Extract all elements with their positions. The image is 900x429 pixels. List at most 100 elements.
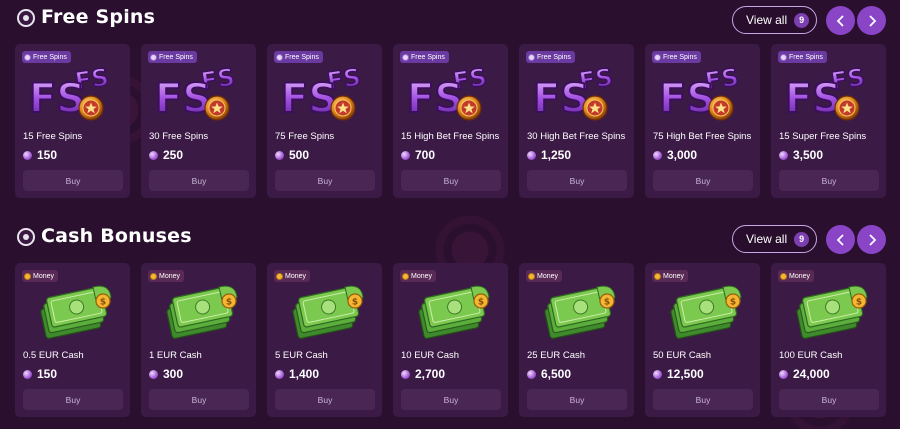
next-button[interactable] [857,6,886,35]
product-name: 1 EUR Cash [149,350,202,361]
gem-icon [275,150,284,160]
product-card[interactable]: Money $10 EUR Cash 2,700 Buy [393,263,508,417]
chevron-left-icon [836,233,844,246]
product-card[interactable]: Free Spins FS FS 15 Free Spins 150 Buy [15,44,130,198]
view-all-label: View all [746,13,788,27]
buy-button[interactable]: Buy [275,170,375,191]
section-header: Free Spins View all 9 [0,0,900,44]
svg-text:$: $ [100,298,106,308]
product-name: 50 EUR Cash [653,350,712,361]
product-name: 30 Free Spins [149,131,209,142]
chevron-right-icon [868,233,876,246]
product-card[interactable]: Money $50 EUR Cash 12,500 Buy [645,263,760,417]
product-price: 6,500 [527,367,571,381]
buy-button[interactable]: Buy [527,389,627,410]
buy-button[interactable]: Buy [401,389,501,410]
view-all-count: 9 [794,12,810,28]
price-value: 6,500 [541,367,572,381]
product-price: 1,400 [275,367,319,381]
fs-coin-icon: FSFS [280,62,363,123]
price-value: 300 [163,367,184,381]
svg-text:FS: FS [659,76,715,122]
free-spins-section: Free Spins View all 9 Free Spins FS FS 15 F… [0,0,900,198]
product-card[interactable]: Money $5 EUR Cash 1,400 Buy [267,263,382,417]
product-card[interactable]: Money $1 EUR Cash 300 Buy [141,263,256,417]
svg-text:$: $ [604,298,610,308]
product-card[interactable]: Free Spins FS FS 30 High Bet Free Spins 1,25… [519,44,634,198]
svg-text:$: $ [352,298,358,308]
gem-icon [779,369,788,379]
product-price: 1,250 [527,148,571,162]
svg-text:$: $ [730,298,736,308]
previous-button[interactable] [826,6,855,35]
product-name: 75 Free Spins [275,131,335,142]
product-name: 15 High Bet Free Spins [401,131,500,142]
product-card[interactable]: Free Spins FS FS 75 Free Spins 500 Buy [267,44,382,198]
product-name: 15 Free Spins [23,131,83,142]
product-price: 250 [149,148,183,162]
buy-button[interactable]: Buy [779,389,879,410]
fs-coin-icon: FSFS [406,62,489,123]
buy-button[interactable]: Buy [23,389,123,410]
product-price: 2,700 [401,367,445,381]
buy-button[interactable]: Buy [779,170,879,191]
buy-button[interactable]: Buy [275,389,375,410]
product-card[interactable]: Money $100 EUR Cash 24,000 Buy [771,263,886,417]
view-all-button[interactable]: View all 9 [732,6,817,34]
product-name: 30 High Bet Free Spins [527,131,626,142]
gem-icon [401,150,410,160]
price-value: 1,250 [541,148,572,162]
price-value: 150 [37,367,58,381]
gem-icon [527,150,536,160]
money-stack-icon: $ [796,285,868,339]
svg-text:$: $ [226,298,232,308]
product-card[interactable]: Free Spins FS FS 15 Super Free Spins 3,500 Bu… [771,44,886,198]
gem-icon [275,369,284,379]
product-price: 24,000 [779,367,830,381]
svg-text:FS: FS [29,76,85,122]
product-card[interactable]: Money $0.5 EUR Cash 150 Buy [15,263,130,417]
previous-button[interactable] [826,225,855,254]
product-card[interactable]: Money $25 EUR Cash 6,500 Buy [519,263,634,417]
section-title: Cash Bonuses [41,225,192,247]
product-price: 12,500 [653,367,704,381]
section-title: Free Spins [41,6,156,28]
svg-text:FS: FS [785,76,841,122]
view-all-label: View all [746,232,788,246]
buy-button[interactable]: Buy [653,170,753,191]
next-button[interactable] [857,225,886,254]
buy-button[interactable]: Buy [23,170,123,191]
buy-button[interactable]: Buy [527,170,627,191]
gem-icon [779,150,788,160]
price-value: 1,400 [289,367,320,381]
product-price: 150 [23,367,57,381]
product-name: 10 EUR Cash [401,350,460,361]
product-card[interactable]: Free Spins FS FS 15 High Bet Free Spins 700 B… [393,44,508,198]
price-value: 250 [163,148,184,162]
section-header: Cash Bonuses View all 9 [0,219,900,263]
fs-coin-icon: FSFS [154,62,237,123]
svg-text:FS: FS [407,76,463,122]
buy-button[interactable]: Buy [653,389,753,410]
product-name: 25 EUR Cash [527,350,586,361]
gem-icon [401,369,410,379]
buy-button[interactable]: Buy [149,389,249,410]
gem-icon [527,369,536,379]
fs-coin-icon: FSFS [28,62,111,123]
buy-button[interactable]: Buy [401,170,501,191]
free-spins-card-list: Free Spins FS FS 15 Free Spins 150 Buy Free Sp… [15,44,886,198]
buy-button[interactable]: Buy [149,170,249,191]
fs-coin-icon: FSFS [532,62,615,123]
product-price: 150 [23,148,57,162]
product-name: 0.5 EUR Cash [23,350,84,361]
money-stack-icon: $ [544,285,616,339]
product-card[interactable]: Free Spins FS FS 30 Free Spins 250 Buy [141,44,256,198]
svg-text:$: $ [478,298,484,308]
gem-icon [149,369,158,379]
fs-coin-icon: FSFS [784,62,867,123]
product-price: 300 [149,367,183,381]
gem-icon [653,369,662,379]
view-all-button[interactable]: View all 9 [732,225,817,253]
product-card[interactable]: Free Spins FS FS 75 High Bet Free Spins 3,00… [645,44,760,198]
product-name: 75 High Bet Free Spins [653,131,752,142]
